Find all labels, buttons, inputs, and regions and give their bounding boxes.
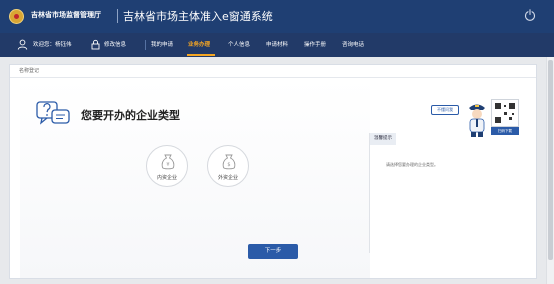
scrollbar-thumb[interactable] [548, 60, 553, 260]
question-chat-icon [36, 101, 70, 125]
tip-panel: 温馨提示 请选择您要办理的企业类型。 [369, 133, 530, 253]
nav-item-personal-info[interactable]: 个人信息 [228, 33, 250, 57]
main-panel: 名称登记 您要开办的企业类型 ¥ 内资企业 $ 外资企业 下一步 温馨提示 请选… [9, 64, 537, 279]
foreign-enterprise-label: 外资企业 [217, 175, 238, 181]
nav-item-manual[interactable]: 操作手册 [304, 33, 326, 57]
lock-icon [91, 39, 100, 50]
user-icon [17, 39, 28, 50]
change-info-link[interactable]: 修改信息 [104, 33, 126, 57]
domestic-enterprise-option[interactable]: ¥ 内资企业 [146, 145, 188, 187]
nav-item-hotline[interactable]: 咨询电话 [342, 33, 364, 57]
help-bubble[interactable]: 不懂问我 [431, 105, 459, 115]
next-button[interactable]: 下一步 [248, 244, 298, 259]
nav-divider [145, 40, 146, 50]
svg-text:$: $ [227, 162, 230, 168]
page-heading: 您要开办的企业类型 [81, 109, 180, 122]
tip-text: 请选择您要办理的企业类型。 [386, 162, 438, 167]
qr-code-icon [495, 103, 515, 123]
header-divider [117, 9, 118, 23]
foreign-enterprise-option[interactable]: $ 外资企业 [207, 145, 249, 187]
nav-item-my-applications[interactable]: 我的申请 [151, 33, 173, 57]
emblem-icon [9, 9, 24, 24]
active-underline [187, 54, 215, 56]
app-title: 吉林省市场主体准入e窗通系统 [123, 10, 273, 23]
domestic-enterprise-label: 内资企业 [156, 175, 177, 181]
police-mascot-icon [469, 104, 485, 137]
power-icon[interactable] [524, 9, 536, 21]
qr-label: 扫码下载 [491, 127, 519, 135]
assistant-widget[interactable]: 不懂问我 扫码下载 [429, 99, 523, 139]
nav-item-materials[interactable]: 申请材料 [266, 33, 288, 57]
qr-code [491, 99, 519, 127]
svg-text:¥: ¥ [166, 162, 169, 168]
tip-title: 温馨提示 [370, 133, 396, 145]
money-bag-icon: $ [222, 154, 236, 170]
nav-bar: 欢迎您：杨钰伟 修改信息 我的申请 业务办理 个人信息 申请材料 操作手册 咨询… [0, 33, 554, 57]
welcome-text: 欢迎您：杨钰伟 [33, 42, 72, 48]
org-name: 吉林省市场监督管理厅 [31, 11, 101, 19]
breadcrumb: 名称登记 [10, 65, 536, 78]
scrollbar[interactable] [546, 57, 554, 284]
money-bag-icon: ¥ [161, 154, 175, 170]
top-header: 吉林省市场监督管理厅 吉林省市场主体准入e窗通系统 [0, 0, 554, 33]
